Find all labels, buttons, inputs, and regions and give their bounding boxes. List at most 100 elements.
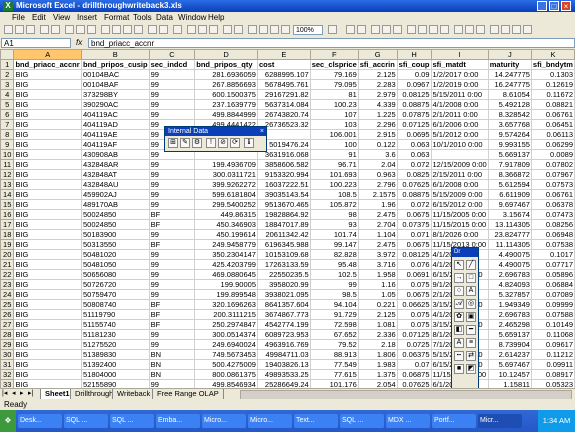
cell[interactable]: 51181230 [80, 329, 150, 340]
save-icon[interactable] [26, 25, 35, 34]
align-right-icon[interactable] [429, 25, 438, 34]
underline-icon[interactable] [393, 25, 402, 34]
cell[interactable]: 98.5 [309, 289, 359, 300]
cell[interactable]: BIG [13, 289, 82, 300]
drawing-toolbar[interactable]: Dr ↖ ╱ → □ ○ A 𝒜 ◎ ✿ ▣ ◧ ━ A ≡ ┅ ⇄ ■ ◩ [451, 247, 479, 389]
cell[interactable]: BIG [13, 349, 82, 360]
cell[interactable]: BIG [13, 329, 82, 340]
cell[interactable]: 0.07802 [530, 159, 575, 170]
cell[interactable]: BN [148, 369, 196, 380]
cell[interactable]: 51389830 [80, 349, 150, 360]
cell[interactable]: 00104BAC [80, 69, 150, 80]
3d-icon[interactable]: ◩ [466, 364, 476, 374]
cell[interactable]: 0.071 [396, 229, 432, 240]
name-box[interactable]: A1 [1, 38, 71, 48]
cell[interactable]: 8.739904 [487, 339, 532, 350]
cell[interactable]: 0.075 [396, 319, 432, 330]
cell[interactable]: 99 [148, 69, 196, 80]
cell[interactable]: 99 [148, 249, 196, 260]
cell[interactable]: 450.346903 [194, 219, 258, 230]
cell[interactable]: 0.07 [396, 359, 432, 370]
cell[interactable]: 425.4203799 [194, 259, 258, 270]
cell[interactable]: 18847017.89 [256, 219, 311, 230]
cell[interactable]: 100.223 [309, 179, 359, 190]
cell[interactable]: 99 [148, 229, 196, 240]
cell[interactable]: 6196345.988 [256, 239, 311, 250]
cell[interactable]: 8.366872 [487, 169, 532, 180]
cell[interactable]: 499.8546934 [194, 379, 258, 388]
map-icon[interactable] [270, 25, 279, 34]
edit-query-icon[interactable]: ✎ [180, 138, 190, 148]
align-left-icon[interactable] [407, 25, 416, 34]
cell[interactable]: 373298BY [80, 89, 150, 100]
cell[interactable]: 22550235.5 [256, 269, 311, 280]
worksheet-grid[interactable]: A B C D E F G H I J K 1 bnd_priacc_accnr b… [0, 49, 575, 388]
borders-icon[interactable] [501, 25, 510, 34]
taskbar-item[interactable]: Micro... [202, 414, 246, 428]
cell[interactable]: 249.9458779 [194, 239, 258, 250]
cell[interactable]: 5/15/2009 0:00 [430, 189, 489, 200]
cell[interactable]: BIG [13, 169, 82, 180]
cell[interactable]: 300.0311721 [194, 169, 258, 180]
cell[interactable]: BF [148, 309, 196, 320]
cell[interactable]: 5678495.761 [256, 79, 311, 90]
cell[interactable]: 0.07089 [530, 289, 575, 300]
spelling-icon[interactable] [87, 25, 96, 34]
window-title-bar[interactable]: X Microsoft Excel - drillthroughwritebac… [0, 0, 575, 12]
cell[interactable]: 50481050 [80, 259, 150, 270]
cell[interactable]: 404119AE [80, 129, 150, 140]
cell[interactable]: 13.114305 [487, 219, 532, 230]
cell[interactable]: 2.696783 [487, 309, 532, 320]
cut-icon[interactable] [101, 25, 110, 34]
cell[interactable]: 8/1/2026 0:00 [430, 229, 489, 240]
row-header[interactable]: 18 [0, 229, 15, 240]
cell[interactable]: BIG [13, 259, 82, 270]
refresh-all-icon[interactable]: ⟳ [230, 138, 240, 148]
taskbar-item[interactable]: SQL ... [64, 414, 108, 428]
clipart-icon[interactable]: ✿ [454, 312, 464, 322]
cell[interactable]: 51392400 [80, 359, 150, 370]
cell[interactable]: 1.05 [357, 289, 398, 300]
cell[interactable]: 2.125 [357, 309, 398, 320]
cell[interactable]: 52155890 [80, 379, 150, 388]
cell[interactable]: 749.5673453 [194, 349, 258, 360]
cell[interactable]: 404119AF [80, 139, 150, 150]
cell[interactable]: 8.61054 [487, 89, 532, 100]
cell[interactable]: 0.076 [396, 259, 432, 270]
cell[interactable]: 5.669137 [487, 149, 532, 160]
copy-icon[interactable] [112, 25, 121, 34]
cell[interactable]: 77.615 [309, 369, 359, 380]
cell[interactable]: 300.0514374 [194, 329, 258, 340]
taskbar-item[interactable]: SQL ... [110, 414, 154, 428]
format-painter-icon[interactable] [134, 25, 143, 34]
cell[interactable]: 4542774.199 [256, 319, 311, 330]
cell[interactable]: 51119790 [80, 309, 150, 320]
cell[interactable]: 101.176 [309, 379, 359, 388]
cell[interactable]: BIG [13, 89, 82, 100]
shadow-icon[interactable]: ■ [454, 364, 464, 374]
cell[interactable]: 6288995.107 [256, 69, 311, 80]
cell[interactable]: 10.12457 [487, 369, 532, 380]
close-icon[interactable]: × [260, 127, 264, 136]
cell[interactable]: 432848AU [80, 179, 150, 190]
cell[interactable]: 0.06299 [530, 139, 575, 150]
cell[interactable]: 100 [309, 139, 359, 150]
cell[interactable]: 105.872 [309, 199, 359, 210]
row-header[interactable]: 12 [0, 169, 15, 180]
cell[interactable]: 82.828 [309, 249, 359, 260]
chart-wizard-icon[interactable] [223, 25, 232, 34]
cell[interactable]: 0.07717 [530, 259, 575, 270]
row-header[interactable]: 33 [0, 379, 15, 388]
row-header[interactable]: 16 [0, 209, 15, 220]
cell[interactable]: BIG [13, 149, 82, 160]
cell[interactable]: 51275520 [80, 339, 150, 350]
cell[interactable]: 3.716 [357, 259, 398, 270]
cell[interactable]: 499.8844999 [194, 109, 258, 120]
align-center-icon[interactable] [418, 25, 427, 34]
cell[interactable]: 50183900 [80, 229, 150, 240]
cell[interactable]: 2.283 [357, 79, 398, 90]
cell[interactable]: 0.0691 [396, 269, 432, 280]
cell[interactable]: 0.07967 [530, 169, 575, 180]
cell[interactable]: 3674867.773 [256, 309, 311, 320]
pivot-icon[interactable] [248, 25, 257, 34]
